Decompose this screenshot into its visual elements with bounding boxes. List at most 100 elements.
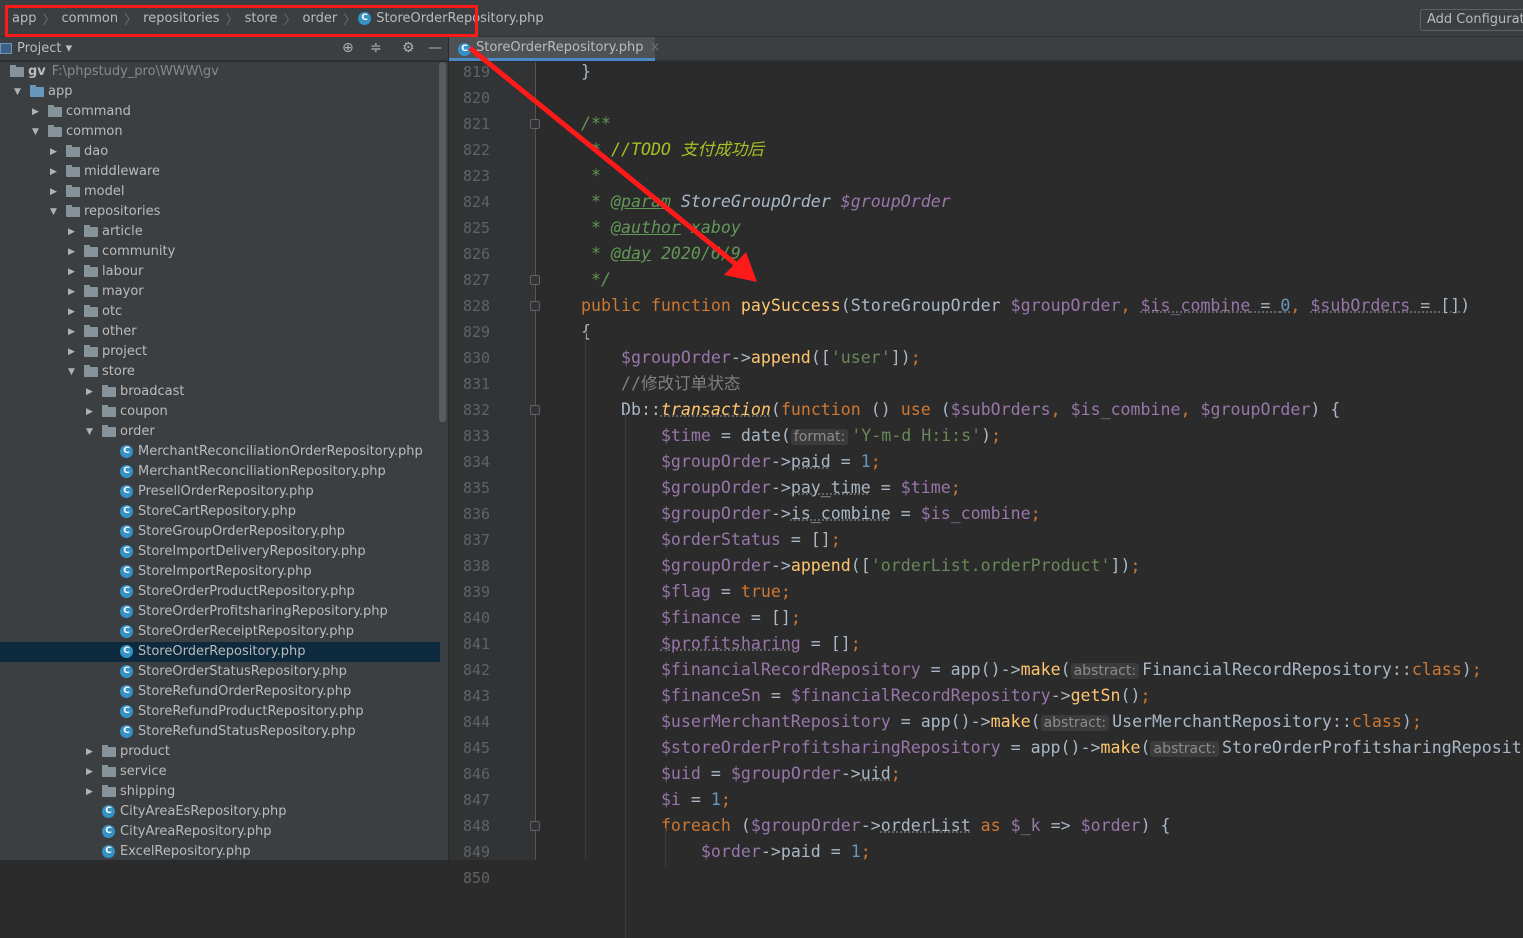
tree-file-storerefundorderrepository-php[interactable]: C StoreRefundOrderRepository.php (0, 682, 440, 702)
tree-file-storerefundstatusrepository-php[interactable]: C StoreRefundStatusRepository.php (0, 722, 440, 742)
tree-folder-broadcast[interactable]: ▶ broadcast (0, 382, 440, 402)
tree-file-storeorderproductrepository-php[interactable]: C StoreOrderProductRepository.php (0, 582, 440, 602)
fold-marker-icon[interactable] (530, 119, 540, 129)
close-icon[interactable]: × (649, 40, 660, 55)
php-class-icon: C (120, 465, 133, 478)
line-number: 836 (463, 505, 491, 523)
fold-marker-icon[interactable] (530, 275, 540, 285)
tree-folder-middleware[interactable]: ▶ middleware (0, 162, 440, 182)
line-number: 827 (463, 271, 491, 289)
tree-folder-model[interactable]: ▶ model (0, 182, 440, 202)
tree-folder-gv[interactable]: gv F:\phpstudy_pro\WWW\gv (0, 62, 440, 82)
minimize-icon[interactable]: — (428, 40, 442, 56)
collapsed-arrow-icon[interactable]: ▶ (68, 282, 75, 302)
tree-folder-mayor[interactable]: ▶ mayor (0, 282, 440, 302)
collapsed-arrow-icon[interactable]: ▶ (50, 142, 57, 162)
fold-marker-icon[interactable] (530, 821, 540, 831)
project-tree-scrollbar[interactable] (439, 62, 446, 422)
code-token: ( (1030, 712, 1041, 731)
code-token: () (1120, 686, 1141, 705)
tree-file-merchantreconciliationrepository-php[interactable]: C MerchantReconciliationRepository.php (0, 462, 440, 482)
code-token: ([ (810, 348, 831, 367)
tree-folder-command[interactable]: ▶ command (0, 102, 440, 122)
tree-file-storeimportdeliveryrepository-php[interactable]: C StoreImportDeliveryRepository.php (0, 542, 440, 562)
tree-file-storegrouporderrepository-php[interactable]: C StoreGroupOrderRepository.php (0, 522, 440, 542)
indent-guide (625, 410, 626, 938)
code-line: $uid = $groupOrder->uid; (581, 761, 901, 787)
tree-folder-labour[interactable]: ▶ labour (0, 262, 440, 282)
tree-item-label: command (66, 104, 131, 119)
tree-folder-app[interactable]: ▼ app (0, 82, 440, 102)
collapsed-arrow-icon[interactable]: ▶ (50, 182, 57, 202)
collapsed-arrow-icon[interactable]: ▶ (68, 242, 75, 262)
code-token: ; (720, 790, 731, 809)
tab-store-order-repository[interactable]: C StoreOrderRepository.php × (449, 37, 660, 61)
expanded-arrow-icon[interactable]: ▼ (50, 202, 57, 222)
expanded-arrow-icon[interactable]: ▼ (68, 362, 75, 382)
collapsed-arrow-icon[interactable]: ▶ (68, 222, 75, 242)
tree-file-excelrepository-php[interactable]: C ExcelRepository.php (0, 842, 440, 860)
collapsed-arrow-icon[interactable]: ▶ (86, 762, 93, 782)
collapsed-arrow-icon[interactable]: ▶ (68, 322, 75, 342)
expanded-arrow-icon[interactable]: ▼ (14, 82, 21, 102)
tree-folder-article[interactable]: ▶ article (0, 222, 440, 242)
collapsed-arrow-icon[interactable]: ▶ (86, 402, 93, 422)
tree-folder-common[interactable]: ▼ common (0, 122, 440, 142)
gear-icon[interactable]: ⚙ (402, 40, 415, 56)
locate-icon[interactable]: ⊕ (342, 40, 354, 56)
collapsed-arrow-icon[interactable]: ▶ (86, 742, 93, 762)
tree-folder-coupon[interactable]: ▶ coupon (0, 402, 440, 422)
folder-icon (84, 325, 98, 337)
collapsed-arrow-icon[interactable]: ▶ (86, 382, 93, 402)
code-token: = (1250, 296, 1281, 315)
tree-file-storeorderrepository-php[interactable]: C StoreOrderRepository.php (0, 642, 440, 662)
fold-marker-icon[interactable] (530, 301, 540, 311)
expanded-arrow-icon[interactable]: ▼ (86, 422, 93, 442)
project-view-selector[interactable]: Project ▾ (17, 41, 72, 56)
collapsed-arrow-icon[interactable]: ▶ (68, 342, 75, 362)
collapse-all-icon[interactable]: ≑ (370, 40, 382, 56)
tree-folder-otc[interactable]: ▶ otc (0, 302, 440, 322)
tree-file-storeimportrepository-php[interactable]: C StoreImportRepository.php (0, 562, 440, 582)
tree-file-presellorderrepository-php[interactable]: C PresellOrderRepository.php (0, 482, 440, 502)
tree-file-cityarearepository-php[interactable]: C CityAreaRepository.php (0, 822, 440, 842)
tree-folder-community[interactable]: ▶ community (0, 242, 440, 262)
collapsed-arrow-icon[interactable]: ▶ (68, 302, 75, 322)
tree-file-storecartrepository-php[interactable]: C StoreCartRepository.php (0, 502, 440, 522)
tree-file-merchantreconciliationorderrepository-php[interactable]: C MerchantReconciliationOrderRepository.p… (0, 442, 440, 462)
php-class-icon: C (458, 43, 471, 56)
expanded-arrow-icon[interactable]: ▼ (32, 122, 39, 142)
tree-folder-other[interactable]: ▶ other (0, 322, 440, 342)
code-token: -> (770, 504, 791, 523)
tree-folder-store[interactable]: ▼ store (0, 362, 440, 382)
tree-file-storeorderprofitsharingrepository-php[interactable]: C StoreOrderProfitsharingRepository.php (0, 602, 440, 622)
tree-file-storerefundproductrepository-php[interactable]: C StoreRefundProductRepository.php (0, 702, 440, 722)
tree-item-label: common (66, 124, 123, 139)
tree-item-label: labour (102, 264, 144, 279)
tree-folder-product[interactable]: ▶ product (0, 742, 440, 762)
collapsed-arrow-icon[interactable]: ▶ (32, 102, 39, 122)
tree-file-storeorderstatusrepository-php[interactable]: C StoreOrderStatusRepository.php (0, 662, 440, 682)
code-token: class (1351, 712, 1402, 731)
code-token: = [] (780, 530, 831, 549)
code-editor[interactable]: } /** * //TODO 支付成功后 * * @param StoreGrou… (536, 62, 1523, 860)
collapsed-arrow-icon[interactable]: ▶ (86, 782, 93, 802)
tree-folder-order[interactable]: ▼ order (0, 422, 440, 442)
tree-folder-repositories[interactable]: ▼ repositories (0, 202, 440, 222)
tree-folder-service[interactable]: ▶ service (0, 762, 440, 782)
tree-folder-shipping[interactable]: ▶ shipping (0, 782, 440, 802)
parameter-hint: abstract: (1040, 715, 1110, 731)
tree-file-storeorderreceiptrepository-php[interactable]: C StoreOrderReceiptRepository.php (0, 622, 440, 642)
tree-file-cityareaesrepository-php[interactable]: C CityAreaEsRepository.php (0, 802, 440, 822)
tree-item-label: repositories (84, 204, 161, 219)
tree-folder-project[interactable]: ▶ project (0, 342, 440, 362)
collapsed-arrow-icon[interactable]: ▶ (50, 162, 57, 182)
fold-marker-icon[interactable] (530, 405, 540, 415)
add-configuration-button[interactable]: Add Configuration... (1420, 9, 1523, 31)
collapsed-arrow-icon[interactable]: ▶ (68, 262, 75, 282)
tree-folder-dao[interactable]: ▶ dao (0, 142, 440, 162)
